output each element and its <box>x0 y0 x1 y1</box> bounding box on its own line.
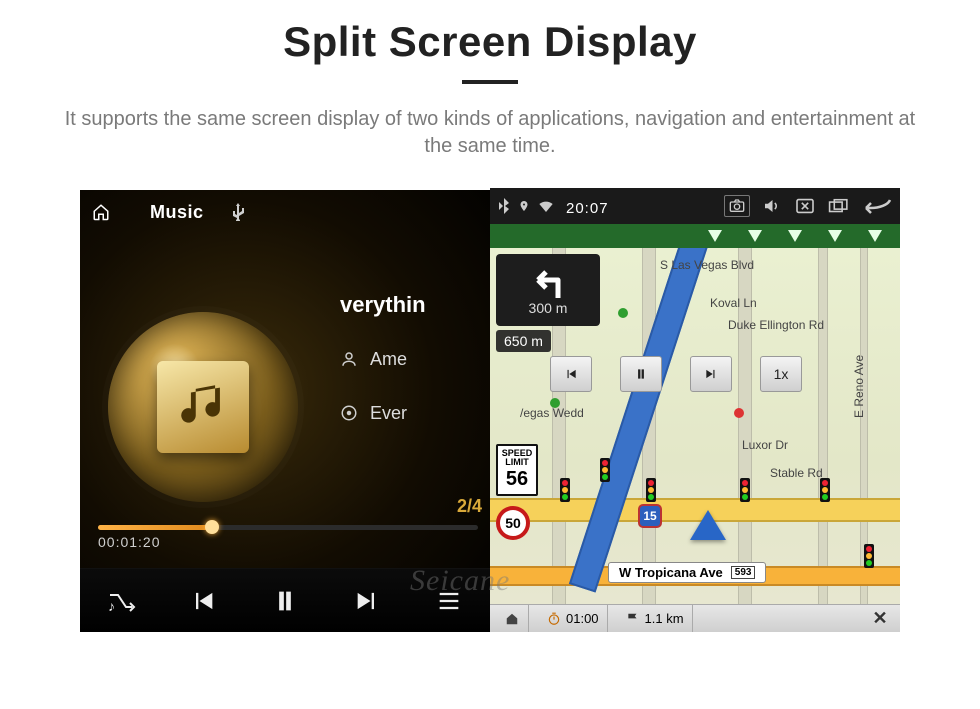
footer-home-button[interactable] <box>496 605 529 632</box>
lane-arrow-icon <box>828 230 842 242</box>
sim-speed-button[interactable]: 1x <box>760 356 802 392</box>
music-controls: ♪ <box>80 568 490 632</box>
lane-arrow-icon <box>788 230 802 242</box>
speed-limit-sign: SPEED LIMIT 56 <box>496 444 538 496</box>
svg-text:♪: ♪ <box>108 598 115 614</box>
lane-arrow-icon <box>708 230 722 242</box>
footer-remaining-value: 1.1 km <box>645 611 684 626</box>
lane-guidance-bar <box>490 224 900 248</box>
lane-arrow-icon <box>868 230 882 242</box>
footer-eta-value: 01:00 <box>566 611 599 626</box>
traffic-light-icon <box>820 478 830 502</box>
next-button[interactable] <box>342 576 392 626</box>
poi-pin-icon <box>550 398 560 408</box>
progress-area: 00:01:20 <box>98 525 478 550</box>
music-topbar: Music <box>80 190 490 234</box>
traffic-light-icon <box>600 458 610 482</box>
music-note-icon <box>157 361 249 453</box>
screenshot-icon[interactable] <box>724 195 750 217</box>
road <box>818 248 828 604</box>
street-label: E Reno Ave <box>852 355 866 418</box>
progress-bar[interactable] <box>98 525 478 530</box>
close-app-icon[interactable] <box>792 195 818 217</box>
current-street-num: 593 <box>731 566 756 579</box>
traffic-light-icon <box>864 544 874 568</box>
interstate-shield: 15 <box>638 504 662 528</box>
traffic-light-icon <box>740 478 750 502</box>
poi-pin-icon <box>734 408 744 418</box>
poi-pin-icon <box>618 308 628 318</box>
turn-indicator: 300 m <box>496 254 600 326</box>
speed-limit-value: 56 <box>498 469 536 489</box>
track-next2-title: Ever <box>370 403 407 424</box>
statusbar-time: 20:07 <box>566 200 609 217</box>
lane-arrow-icon <box>748 230 762 242</box>
stopwatch-icon <box>547 612 561 626</box>
pause-button[interactable] <box>260 576 310 626</box>
sim-next-button[interactable] <box>690 356 732 392</box>
usb-icon <box>232 203 244 221</box>
disc-icon <box>340 404 358 422</box>
track-counter: 2/4 <box>457 496 482 517</box>
simulation-controls: 1x <box>550 356 802 392</box>
footer-close-button[interactable]: ✕ <box>866 608 894 629</box>
footer-remaining: 1.1 km <box>618 605 693 632</box>
navigation-pane: 20:07 <box>490 190 900 632</box>
track-list: verythin Ame Ever <box>340 278 490 440</box>
track-current[interactable]: verythin <box>340 278 490 332</box>
track-next2[interactable]: Ever <box>340 386 490 440</box>
prev-button[interactable] <box>178 576 228 626</box>
street-label: Luxor Dr <box>742 438 788 452</box>
volume-icon[interactable] <box>758 195 784 217</box>
current-street-pill: W Tropicana Ave 593 <box>608 562 766 583</box>
music-pane: Music verythin Ame <box>80 190 490 632</box>
track-next1-artist: Ame <box>370 349 407 370</box>
street-label: S Las Vegas Blvd <box>660 258 754 272</box>
speed-limit-mid: LIMIT <box>498 458 536 467</box>
title-underline <box>462 80 518 84</box>
wifi-icon <box>538 200 554 212</box>
sim-pause-button[interactable] <box>620 356 662 392</box>
approach-distance: 650 m <box>496 330 551 352</box>
current-street-name: W Tropicana Ave <box>619 565 723 580</box>
footer-eta: 01:00 <box>539 605 608 632</box>
recents-icon[interactable] <box>826 195 852 217</box>
turn-distance: 300 m <box>529 300 568 316</box>
street-label: Duke Ellington Rd <box>728 318 824 332</box>
track-next1[interactable]: Ame <box>340 332 490 386</box>
traffic-light-icon <box>560 478 570 502</box>
playlist-button[interactable] <box>424 576 474 626</box>
android-statusbar: 20:07 <box>490 188 900 224</box>
current-speed: 50 <box>496 506 530 540</box>
nav-footer: 01:00 1.1 km ✕ <box>490 604 900 632</box>
progress-knob[interactable] <box>205 520 219 534</box>
street-label: /egas Wedd <box>520 406 584 420</box>
page-title: Split Screen Display <box>283 18 697 66</box>
home-icon[interactable] <box>92 203 110 221</box>
location-icon <box>518 198 530 214</box>
progress-fill <box>98 525 212 530</box>
music-title-label: Music <box>150 202 204 223</box>
bluetooth-icon <box>498 198 510 214</box>
turn-left-icon <box>524 264 572 300</box>
street-label: Koval Ln <box>710 296 757 310</box>
shuffle-button[interactable]: ♪ <box>96 576 146 626</box>
map-canvas[interactable]: 15 S Las Vegas Blvd Koval Ln Duke Elling… <box>490 248 900 604</box>
traffic-light-icon <box>646 478 656 502</box>
sim-prev-button[interactable] <box>550 356 592 392</box>
track-current-title: verythin <box>340 292 426 318</box>
person-icon <box>340 350 358 368</box>
device-screenshot: Music verythin Ame <box>80 190 900 632</box>
street-label: Stable Rd <box>770 466 823 480</box>
page-subtitle: It supports the same screen display of t… <box>50 106 930 160</box>
vehicle-marker <box>690 510 726 540</box>
flag-icon <box>626 612 640 626</box>
album-art[interactable] <box>108 312 298 502</box>
back-icon[interactable] <box>864 197 892 215</box>
elapsed-time: 00:01:20 <box>98 534 478 550</box>
home-icon <box>504 612 520 626</box>
